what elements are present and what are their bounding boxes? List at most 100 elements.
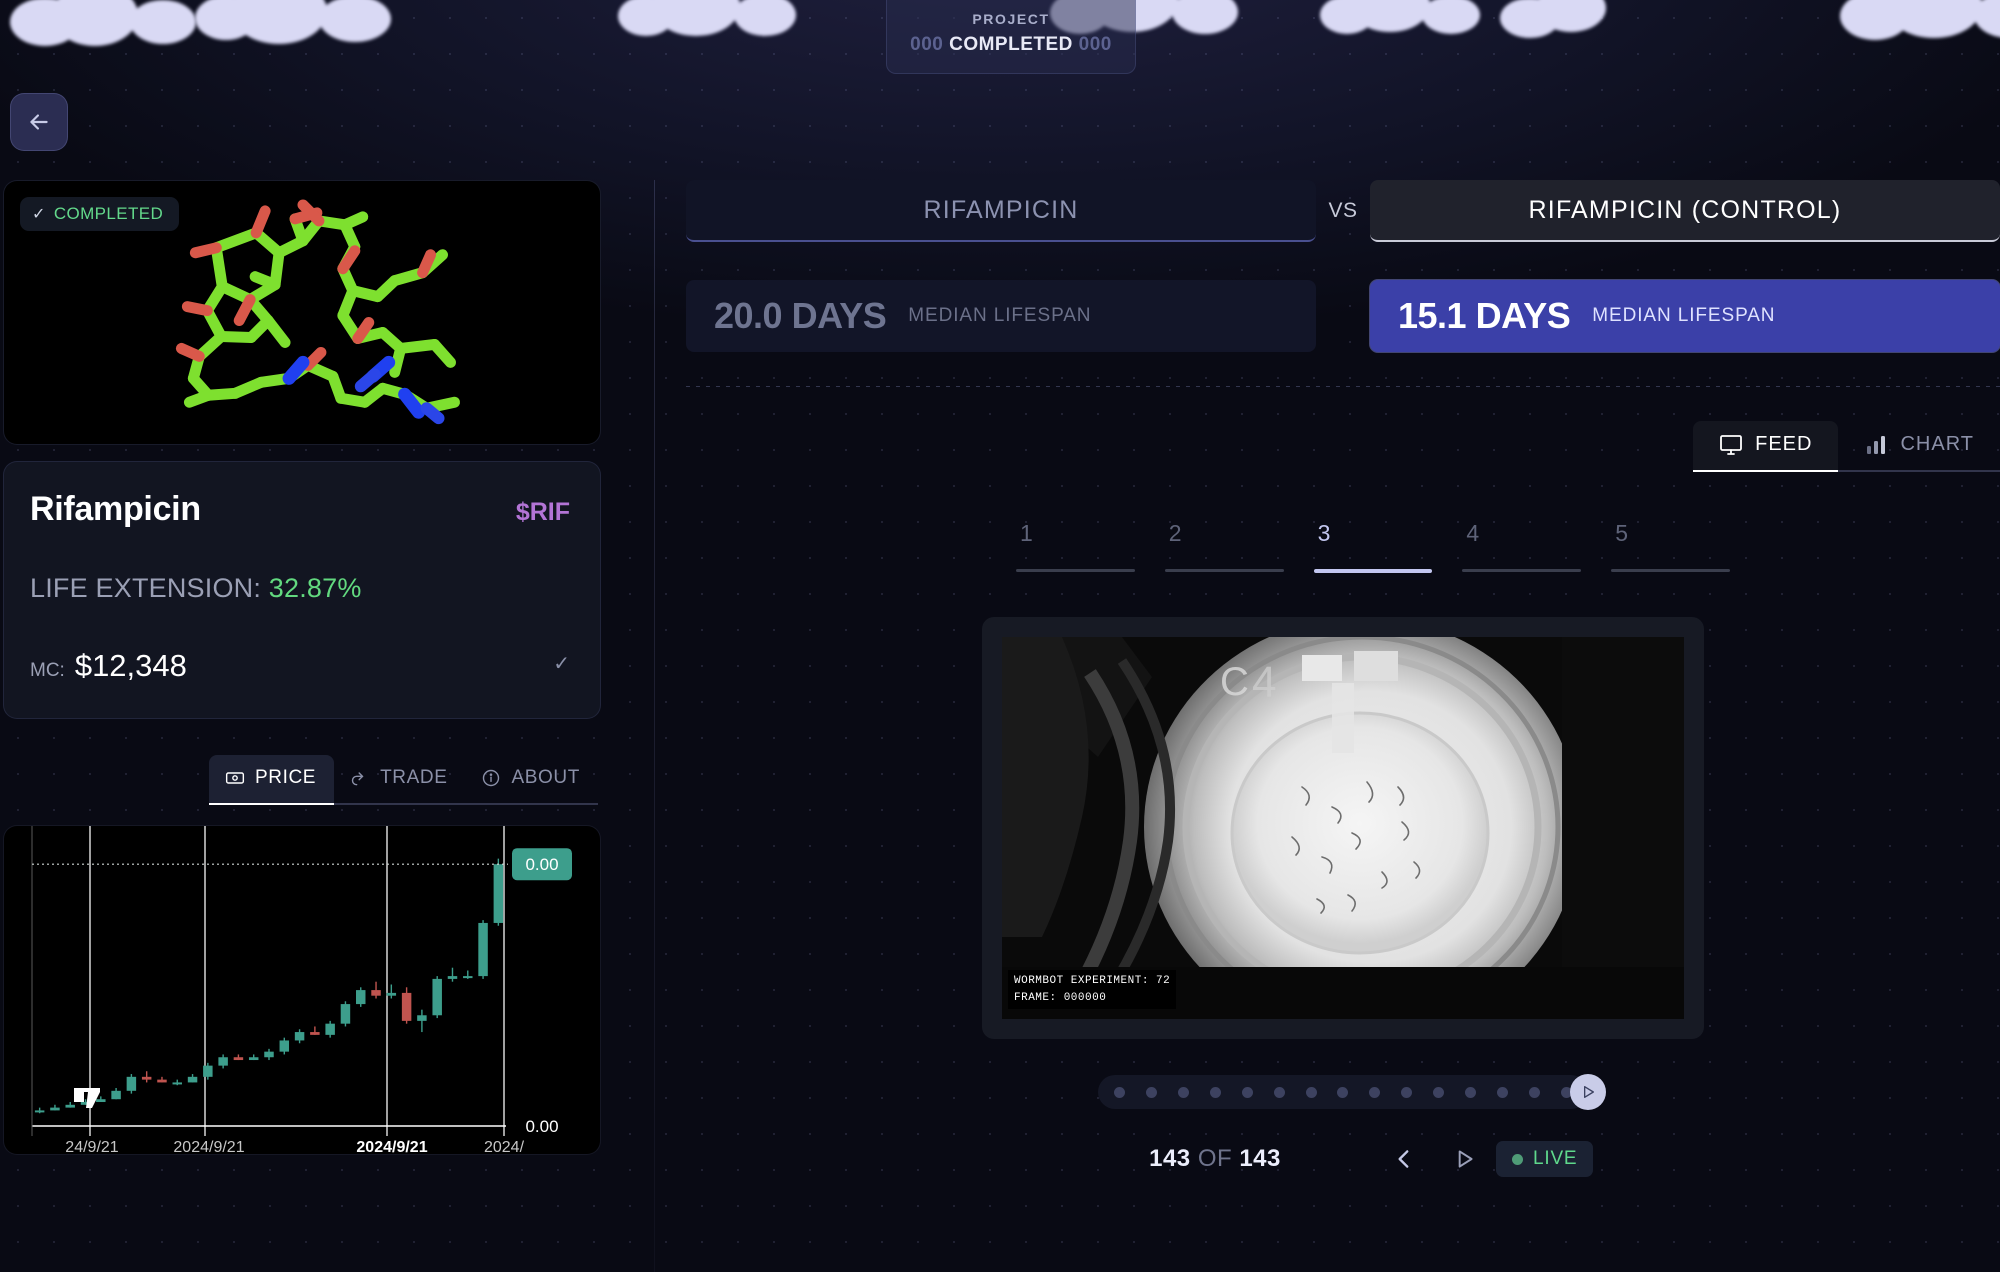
project-badge-title: PROJECT xyxy=(972,11,1050,27)
live-dot-icon xyxy=(1512,1153,1523,1165)
view-toggle: FEED CHART xyxy=(686,421,2000,472)
strip-play-button[interactable] xyxy=(1570,1074,1606,1110)
frame-counter-total: 143 xyxy=(1239,1145,1281,1172)
status-badge: ✓ COMPLETED xyxy=(20,197,180,231)
frame-dot[interactable] xyxy=(1369,1086,1381,1098)
step-tab-3-label: 3 xyxy=(1317,520,1331,546)
step-tab-2[interactable]: 2 xyxy=(1164,520,1284,573)
drug-header-row: Rifampicin $RIF xyxy=(30,490,570,529)
status-badge-label: COMPLETED xyxy=(53,204,164,223)
live-badge: LIVE xyxy=(1496,1141,1594,1177)
drug-name: Rifampicin xyxy=(30,490,201,528)
step-tab-1-indicator xyxy=(1016,569,1135,572)
back-button[interactable] xyxy=(10,93,68,151)
video-osd-overlay: WORMBOT EXPERIMENT: 72 FRAME: 000000 xyxy=(1008,970,1177,1009)
playback-transport: 143 OF 143 LIVE xyxy=(686,1141,2000,1177)
frame-counter-current: 143 xyxy=(1149,1145,1191,1172)
frame-counter-of: OF xyxy=(1197,1145,1233,1172)
svg-text:2024/9/21: 2024/9/21 xyxy=(356,1139,427,1155)
compare-chip-treatment[interactable]: RIFAMPICIN xyxy=(686,180,1316,242)
market-cap-value: $12,348 xyxy=(74,648,187,683)
frame-dot[interactable] xyxy=(1273,1086,1285,1098)
step-tab-5[interactable]: 5 xyxy=(1611,520,1730,573)
play-triangle-icon xyxy=(1458,1150,1473,1168)
step-tab-4[interactable]: 4 xyxy=(1462,520,1582,573)
tab-trade[interactable]: TRADE xyxy=(334,755,466,805)
frame-dot[interactable] xyxy=(1145,1086,1157,1098)
project-badge-text: COMPLETED xyxy=(949,34,1073,55)
frame-dot[interactable] xyxy=(1465,1086,1477,1098)
lifespan-stats-row: 20.0 DAYS MEDIAN LIFESPAN 15.1 DAYS MEDI… xyxy=(686,280,2000,352)
video-osd-line2: FRAME: 000000 xyxy=(1014,991,1107,1004)
frame-dot[interactable] xyxy=(1337,1086,1349,1098)
step-tab-3[interactable]: 3 xyxy=(1313,520,1433,573)
arrow-left-icon xyxy=(30,114,48,130)
section-divider xyxy=(686,386,2000,387)
drug-ticker: $RIF xyxy=(515,498,570,526)
tab-chart-label: CHART xyxy=(1900,433,1974,455)
market-cap-row: MC: $12,348 xyxy=(30,648,570,684)
prev-button[interactable] xyxy=(1391,1146,1417,1172)
life-extension-label: LIFE EXTENSION: xyxy=(30,573,262,603)
project-completed-badge: PROJECT 000 COMPLETED 000 xyxy=(886,0,1136,74)
frame-dot[interactable] xyxy=(1528,1086,1540,1098)
tab-feed-label: FEED xyxy=(1755,433,1813,455)
price-chart-card[interactable]: 0.00 0.00 24/9/21 2024/9/21 2024/9/21 2024/ xyxy=(3,825,601,1155)
step-tab-5-indicator xyxy=(1611,569,1730,572)
vs-label: VS xyxy=(1328,199,1358,222)
svg-text:0.00: 0.00 xyxy=(525,855,558,874)
step-tab-2-label: 2 xyxy=(1168,520,1182,546)
monitor-icon xyxy=(1720,434,1743,455)
video-viewport[interactable]: C 4 WORMBOT EXPERIMENT: 72 FRAME: 000000 xyxy=(1002,637,1684,1019)
step-tab-1[interactable]: 1 xyxy=(1016,520,1135,573)
app-root: PROJECT 000 COMPLETED 000 ✓ COMPLETED Ri… xyxy=(0,0,2000,1272)
frame-dot[interactable] xyxy=(1401,1086,1413,1098)
life-extension-row: LIFE EXTENSION: 32.87% xyxy=(30,573,570,604)
tab-feed[interactable]: FEED xyxy=(1693,421,1839,472)
svg-text:24/9/21: 24/9/21 xyxy=(65,1139,118,1155)
tab-chart[interactable]: CHART xyxy=(1838,421,2000,472)
step-tab-2-indicator xyxy=(1164,569,1284,572)
stat-control: 15.1 DAYS MEDIAN LIFESPAN xyxy=(1370,280,2000,352)
live-badge-label: LIVE xyxy=(1533,1148,1578,1169)
right-panel: RIFAMPICIN VS RIFAMPICIN (CONTROL) 20.0 … xyxy=(686,180,2000,1177)
frame-dot[interactable] xyxy=(1209,1086,1221,1098)
bar-chart-icon xyxy=(1867,435,1886,454)
step-tabs: 1 2 3 4 5 xyxy=(686,520,2000,573)
info-icon xyxy=(483,769,500,787)
frame-dot-strip[interactable] xyxy=(1098,1074,1606,1110)
tab-about[interactable]: ABOUT xyxy=(465,755,598,805)
video-player-frame: C 4 WORMBOT EXPERIMENT: 72 FRAME: 000000 xyxy=(982,617,1704,1039)
frame-dot[interactable] xyxy=(1114,1086,1125,1098)
svg-text:2024/: 2024/ xyxy=(484,1139,525,1155)
frame-dot[interactable] xyxy=(1241,1086,1253,1098)
verified-check-icon: ✓ xyxy=(553,653,570,675)
svg-text:4: 4 xyxy=(1252,658,1276,707)
frame-dot[interactable] xyxy=(1433,1086,1445,1098)
step-tab-1-label: 1 xyxy=(1020,520,1033,546)
step-tab-4-label: 4 xyxy=(1466,520,1480,546)
compare-chip-control[interactable]: RIFAMPICIN (CONTROL) xyxy=(1370,180,2000,242)
svg-text:C: C xyxy=(1220,660,1249,704)
step-tab-5-label: 5 xyxy=(1615,520,1628,546)
video-osd-line1: WORMBOT EXPERIMENT: 72 xyxy=(1014,975,1171,987)
stat-treatment: 20.0 DAYS MEDIAN LIFESPAN xyxy=(686,280,1316,352)
tab-about-label: ABOUT xyxy=(511,767,580,788)
project-badge-row: 000 COMPLETED 000 xyxy=(910,34,1112,56)
svg-text:0.00: 0.00 xyxy=(525,1117,558,1136)
frame-dot[interactable] xyxy=(1497,1086,1509,1098)
left-tab-bar: PRICE TRADE ABOUT xyxy=(3,755,603,805)
step-tab-4-indicator xyxy=(1462,569,1582,572)
stat-treatment-value: 20.0 DAYS xyxy=(714,295,887,336)
play-button[interactable] xyxy=(1451,1146,1477,1172)
step-tab-3-indicator xyxy=(1313,569,1433,573)
play-icon xyxy=(1584,1086,1594,1098)
stat-control-value: 15.1 DAYS xyxy=(1398,295,1571,336)
drug-info-card: Rifampicin $RIF LIFE EXTENSION: 32.87% M… xyxy=(3,461,601,719)
life-extension-value: 32.87% xyxy=(268,573,362,603)
tab-price[interactable]: PRICE xyxy=(209,755,335,805)
molecule-card: ✓ COMPLETED xyxy=(3,180,601,445)
money-icon xyxy=(225,772,245,784)
frame-dot[interactable] xyxy=(1305,1086,1317,1098)
frame-dot[interactable] xyxy=(1177,1086,1189,1098)
